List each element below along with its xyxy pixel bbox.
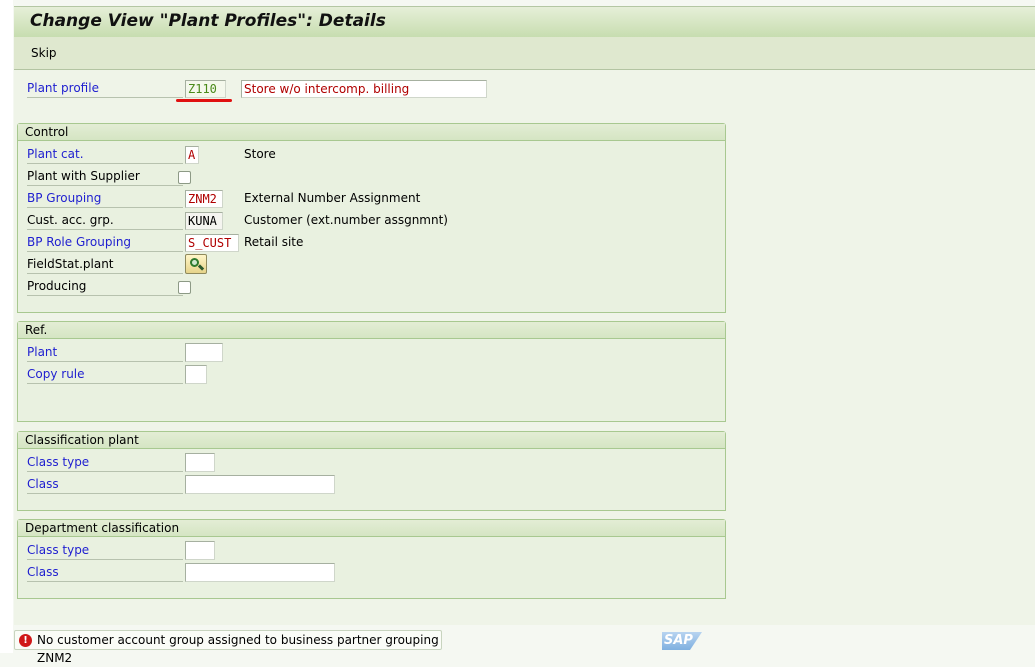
error-icon: ! [19, 634, 32, 647]
class-plant-class-input[interactable] [185, 475, 335, 494]
bp-grouping-description: External Number Assignment [244, 191, 421, 205]
cust-acc-grp-label: Cust. acc. grp. [27, 212, 183, 230]
producing-checkbox[interactable] [178, 281, 191, 294]
status-bar[interactable]: ! No customer account group assigned to … [14, 630, 442, 665]
application-toolbar: Skip [14, 37, 1035, 70]
plant-with-supplier-label: Plant with Supplier [27, 168, 183, 186]
bp-role-grouping-description: Retail site [244, 235, 304, 249]
group-control-title: Control [18, 124, 725, 141]
plant-profile-description-input[interactable]: Store w/o intercomp. billing [241, 80, 487, 98]
fieldstat-plant-label: FieldStat.plant [27, 256, 183, 274]
group-ref-title: Ref. [18, 322, 725, 339]
sap-logo: SAP [662, 632, 702, 650]
group-department-classification-title: Department classification [18, 520, 725, 537]
class-plant-class-label: Class [27, 476, 183, 494]
copy-rule-input[interactable] [185, 365, 207, 384]
magnifier-handle [197, 264, 205, 271]
plant-cat-label: Plant cat. [27, 146, 183, 164]
plant-with-supplier-checkbox[interactable] [178, 171, 191, 184]
page-title: Change View "Plant Profiles": Details [30, 11, 386, 31]
dept-class-label: Class [27, 564, 183, 582]
plant-cat-description: Store [244, 147, 276, 161]
plant-profile-label: Plant profile [27, 80, 183, 98]
status-message: No customer account group assigned to bu… [37, 633, 439, 665]
skip-button[interactable]: Skip [31, 46, 57, 60]
plant-profile-input[interactable]: Z110 [185, 80, 226, 98]
ref-plant-input[interactable] [185, 343, 223, 362]
dept-class-input[interactable] [185, 563, 335, 582]
group-classification-plant-title: Classification plant [18, 432, 725, 449]
class-plant-class-type-input[interactable] [185, 453, 215, 472]
dept-class-type-label: Class type [27, 542, 183, 560]
fieldstat-plant-button[interactable] [185, 254, 207, 274]
class-plant-class-type-label: Class type [27, 454, 183, 472]
bp-grouping-input[interactable]: ZNM2 [185, 190, 223, 208]
cust-acc-grp-description: Customer (ext.number assgnmnt) [244, 213, 448, 227]
cust-acc-grp-field: KUNA [185, 212, 223, 230]
bp-role-grouping-label: BP Role Grouping [27, 234, 183, 252]
dept-class-type-input[interactable] [185, 541, 215, 560]
bp-grouping-label: BP Grouping [27, 190, 183, 208]
plant-cat-input[interactable]: A [185, 146, 199, 164]
bp-role-grouping-input[interactable]: S_CUST [185, 234, 239, 252]
highlight-underline [176, 99, 232, 102]
left-edge [0, 0, 13, 653]
copy-rule-label: Copy rule [27, 366, 183, 384]
title-bar: Change View "Plant Profiles": Details [14, 6, 1035, 37]
producing-label: Producing [27, 278, 183, 296]
ref-plant-label: Plant [27, 344, 183, 362]
